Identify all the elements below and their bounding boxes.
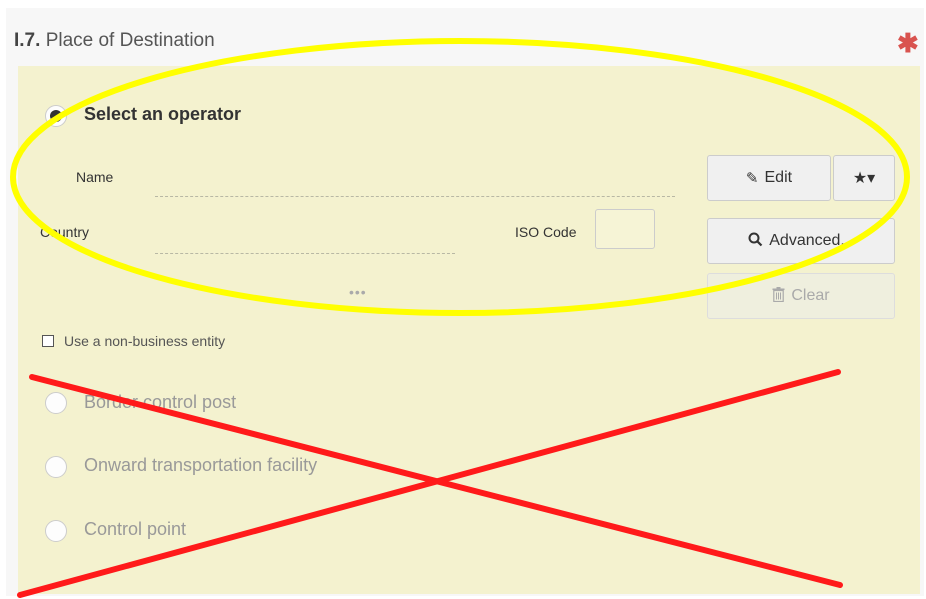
highlight-ellipse [10, 38, 910, 316]
annotation-overlay [10, 38, 910, 598]
